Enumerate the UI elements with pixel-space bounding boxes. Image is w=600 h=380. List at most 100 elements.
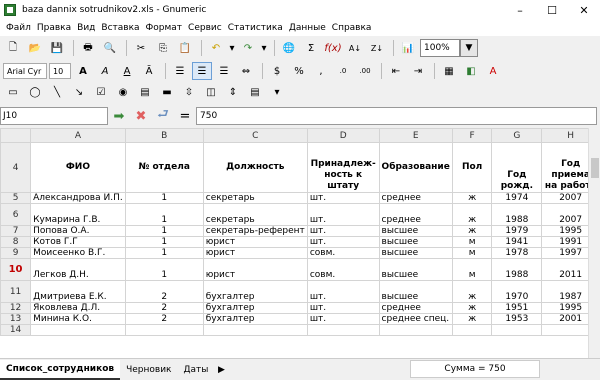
currency-format-icon[interactable]: $ [267, 62, 287, 80]
cell-fio[interactable]: Кумарина Г.В. [30, 203, 126, 226]
row-header[interactable]: 5 [0, 192, 32, 204]
cell-department[interactable]: 1 [124, 192, 204, 204]
decrease-decimal-icon[interactable]: .00 [355, 62, 375, 80]
borders-icon[interactable]: ▦ [439, 62, 459, 80]
cell-position[interactable]: секретарь-референт [202, 225, 308, 237]
sheet-tab-employees[interactable]: Список_сотрудников [0, 359, 121, 380]
fill-color-icon[interactable]: ◧ [461, 62, 481, 80]
cell-education[interactable]: среднее [378, 192, 453, 204]
save-icon[interactable]: 💾 [47, 39, 67, 57]
cell-fio[interactable]: Минина К.О. [30, 313, 126, 325]
sheet-tab-dates[interactable]: Даты [178, 360, 215, 380]
undo-icon[interactable]: ↶ [206, 39, 226, 57]
zoom-dropdown-icon[interactable]: ▼ [460, 39, 478, 57]
cell-birth-year[interactable]: 1970 [491, 280, 543, 303]
cell-education[interactable] [378, 324, 453, 336]
increase-decimal-icon[interactable]: .0 [333, 62, 353, 80]
row-header[interactable]: 11 [0, 280, 32, 303]
undo-dropdown-icon[interactable]: ▾ [228, 39, 236, 57]
cell-birth-year[interactable]: 1979 [491, 225, 543, 237]
align-right-icon[interactable]: ☰ [214, 62, 234, 80]
indent-decrease-icon[interactable]: ⇤ [386, 62, 406, 80]
sheet-tab-draft[interactable]: Черновик [120, 360, 177, 380]
column-header-b[interactable]: B [124, 128, 204, 143]
scroll-tabs-right-icon[interactable]: ▶ [214, 360, 228, 380]
menu-view[interactable]: Вид [74, 23, 98, 33]
cell-gender[interactable]: м [451, 247, 493, 259]
cell-position[interactable]: юрист [202, 247, 308, 259]
ellipse-icon[interactable]: ◯ [25, 83, 45, 101]
cell-gender[interactable]: ж [451, 192, 493, 204]
checkbox-icon[interactable]: ☑ [91, 83, 111, 101]
menu-insert[interactable]: Вставка [98, 23, 142, 33]
scrollbar-thumb[interactable] [591, 158, 599, 178]
cell-gender[interactable]: м [451, 236, 493, 248]
enter-icon[interactable]: ⮐ [152, 107, 174, 125]
row-header[interactable]: 6 [0, 203, 32, 226]
header-cell-education[interactable]: Образование [378, 142, 453, 193]
cell-gender[interactable] [451, 324, 493, 336]
cell-department[interactable]: 1 [124, 236, 204, 248]
column-header-c[interactable]: C [202, 128, 308, 143]
column-header-g[interactable]: G [491, 128, 543, 143]
cell-staff[interactable]: шт. [306, 225, 380, 237]
cell-education[interactable]: высшее [378, 236, 453, 248]
cell-gender[interactable]: ж [451, 280, 493, 303]
row-header[interactable]: 14 [0, 324, 32, 336]
row-header[interactable]: 9 [0, 247, 32, 259]
cell-birth-year[interactable]: 1978 [491, 247, 543, 259]
column-header-f[interactable]: F [451, 128, 493, 143]
menu-statistics[interactable]: Статистика [225, 23, 286, 33]
row-header[interactable]: 10 [0, 258, 32, 281]
cell-staff[interactable]: шт. [306, 192, 380, 204]
redo-icon[interactable]: ↷ [238, 39, 258, 57]
cell-fio[interactable]: Александрова И.П. [30, 192, 126, 204]
chart-icon[interactable]: 📊 [398, 39, 418, 57]
percent-format-icon[interactable]: % [289, 62, 309, 80]
menu-format[interactable]: Формат [143, 23, 186, 33]
redo-dropdown-icon[interactable]: ▾ [260, 39, 268, 57]
spin-button-icon[interactable]: ⇕ [223, 83, 243, 101]
menu-tools[interactable]: Сервис [185, 23, 225, 33]
label-icon[interactable]: ▤ [135, 83, 155, 101]
zoom-input[interactable]: 100% [420, 39, 460, 57]
column-header-d[interactable]: D [306, 128, 380, 143]
cell-position[interactable]: юрист [202, 258, 308, 281]
line-icon[interactable]: ╲ [47, 83, 67, 101]
cell-birth-year[interactable]: 1941 [491, 236, 543, 248]
select-all-corner[interactable] [0, 128, 32, 143]
font-name-select[interactable]: Arial Cyr [3, 63, 47, 79]
cell-fio[interactable]: Легков Д.Н. [30, 258, 126, 281]
cell-education[interactable]: высшее [378, 247, 453, 259]
column-header-a[interactable]: A [30, 128, 126, 143]
cell-gender[interactable]: ж [451, 225, 493, 237]
cell-birth-year[interactable] [491, 324, 543, 336]
cell-birth-year[interactable]: 1953 [491, 313, 543, 325]
cell-education[interactable]: среднее [378, 203, 453, 226]
cell-education[interactable]: среднее спец. [378, 313, 453, 325]
cell-birth-year[interactable]: 1988 [491, 203, 543, 226]
cell-department[interactable] [124, 324, 204, 336]
cell-department[interactable]: 2 [124, 302, 204, 314]
arrow-icon[interactable]: ↘ [69, 83, 89, 101]
vertical-scrollbar[interactable] [588, 128, 600, 358]
scrollbar-icon[interactable]: ⇳ [179, 83, 199, 101]
cell-position[interactable]: бухгалтер [202, 280, 308, 303]
print-preview-icon[interactable]: 🔍 [100, 39, 120, 57]
italic-icon[interactable]: A [95, 62, 115, 80]
cell-fio[interactable] [30, 324, 126, 336]
cell-gender[interactable]: ж [451, 203, 493, 226]
cell-staff[interactable]: шт. [306, 236, 380, 248]
menu-file[interactable]: Файл [3, 23, 34, 33]
cell-department[interactable]: 2 [124, 280, 204, 303]
close-button[interactable]: ✕ [568, 0, 600, 20]
underline-icon[interactable]: A [117, 62, 137, 80]
row-header[interactable]: 13 [0, 313, 32, 325]
cell-birth-year[interactable]: 1974 [491, 192, 543, 204]
thousands-separator-icon[interactable]: , [311, 62, 331, 80]
align-left-icon[interactable]: ☰ [170, 62, 190, 80]
cell-gender[interactable]: ж [451, 313, 493, 325]
accept-icon[interactable]: ➡ [108, 107, 130, 125]
bold-icon[interactable]: A [73, 62, 93, 80]
cell-fio[interactable]: Моисеенко В.Г. [30, 247, 126, 259]
